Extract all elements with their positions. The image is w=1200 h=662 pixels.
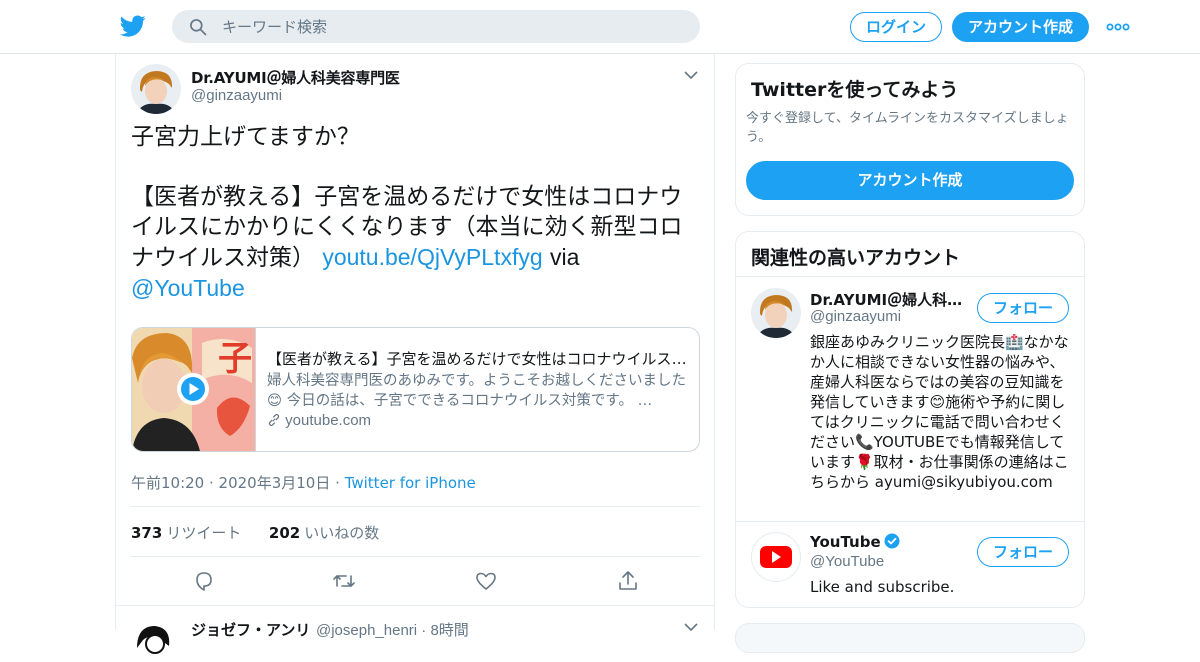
signup-button[interactable]: アカウント作成 bbox=[952, 12, 1089, 42]
via-text: via bbox=[549, 244, 580, 270]
reply-avatar[interactable] bbox=[131, 618, 175, 662]
tweet-text-body: 【医者が教える】子宮を温めるだけで女性はコロナウイルスにかかりにくくなります（本… bbox=[131, 182, 701, 304]
card-domain: youtube.com bbox=[267, 412, 371, 429]
svg-text:子: 子 bbox=[218, 339, 252, 379]
tweet-link[interactable]: youtu.be/QjVyPLtxfyg bbox=[322, 244, 542, 270]
author-handle[interactable]: @ginzaayumi bbox=[191, 87, 282, 104]
youtube-avatar[interactable] bbox=[751, 532, 801, 582]
account-avatar[interactable] bbox=[751, 288, 801, 338]
top-navigation-bar: ログイン アカウント作成 bbox=[0, 0, 1200, 54]
related-accounts-panel: 関連性の高いアカウント Dr.AYUMI＠婦人科… @ginzaayumi フォ… bbox=[735, 231, 1085, 608]
follow-button[interactable]: フォロー bbox=[977, 537, 1069, 567]
card-thumbnail[interactable]: 子 bbox=[132, 328, 256, 451]
tweet-column: Dr.AYUMI＠婦人科美容専門医 @ginzaayumi 子宮力上げてますか？… bbox=[115, 54, 715, 662]
link-icon bbox=[268, 413, 280, 427]
reply-tweet[interactable]: ジョゼフ・アンリ @joseph_henri · 8時間 bbox=[116, 605, 714, 662]
tweet-stats: 373 リツイート 202 いいねの数 bbox=[131, 522, 379, 543]
chevron-down-icon[interactable] bbox=[684, 70, 698, 80]
share-icon[interactable] bbox=[616, 569, 640, 593]
link-preview-card[interactable]: 子 【医者が教える】子宮を温めるだけで女性はコロナウイルスにかかりにくくなります… bbox=[131, 327, 700, 452]
like-icon[interactable] bbox=[474, 569, 498, 593]
login-button[interactable]: ログイン bbox=[850, 12, 942, 42]
account-handle[interactable]: @YouTube bbox=[810, 553, 884, 570]
mention-link[interactable]: @YouTube bbox=[131, 275, 245, 301]
youtube-logo-icon bbox=[760, 546, 792, 568]
tweet-text: 子宮力上げてますか？ 【医者が教える】子宮を温めるだけで女性はコロナウイルスにか… bbox=[131, 122, 701, 304]
author-avatar[interactable] bbox=[131, 64, 181, 114]
search-icon bbox=[190, 19, 207, 36]
meta-separator: · bbox=[335, 474, 340, 492]
account-bio: Like and subscribe. bbox=[810, 578, 955, 596]
card-domain-text: youtube.com bbox=[285, 412, 372, 429]
retweet-count: 373 bbox=[131, 524, 163, 542]
search-input[interactable] bbox=[222, 10, 682, 43]
signup-promo-panel: Twitterを使ってみよう 今すぐ登録して、タイムラインをカスタマイズしましょ… bbox=[735, 63, 1085, 216]
account-bio: 銀座あゆみクリニック医院長🏥なかなか人に相談できない女性器の悩みや、産婦人科医な… bbox=[810, 333, 1069, 491]
account-name[interactable]: Dr.AYUMI＠婦人科… bbox=[810, 289, 962, 310]
reply-icon[interactable] bbox=[192, 569, 216, 593]
tweet-timestamp[interactable]: 午前10:20 · 2020年3月10日 bbox=[131, 474, 330, 492]
author-name[interactable]: Dr.AYUMI＠婦人科美容専門医 bbox=[191, 67, 400, 88]
related-accounts-title: 関連性の高いアカウント bbox=[751, 247, 961, 269]
search-box[interactable] bbox=[172, 10, 700, 43]
signup-promo-title: Twitterを使ってみよう bbox=[751, 79, 959, 101]
signup-promo-subtitle: 今すぐ登録して、タイムラインをカスタマイズしましょう。 bbox=[746, 111, 1069, 145]
like-count: 202 bbox=[268, 524, 301, 542]
tweet-metadata: 午前10:20 · 2020年3月10日 · Twitter for iPhon… bbox=[131, 472, 476, 493]
divider bbox=[131, 556, 700, 557]
follow-button[interactable]: フォロー bbox=[977, 293, 1069, 323]
account-handle[interactable]: @ginzaayumi bbox=[810, 308, 901, 325]
like-stat[interactable]: 202 いいねの数 bbox=[269, 524, 379, 542]
divider bbox=[736, 521, 1084, 522]
play-icon[interactable] bbox=[177, 373, 209, 405]
card-title: 【医者が教える】子宮を温めるだけで女性はコロナウイルスにかかりにくくなります（本… bbox=[267, 350, 687, 368]
tweet-text-line1: 子宮力上げてますか？ bbox=[131, 124, 360, 150]
tweet-source[interactable]: Twitter for iPhone bbox=[345, 474, 476, 492]
retweet-stat[interactable]: 373 リツイート bbox=[131, 524, 241, 542]
retweet-label: リツイート bbox=[166, 524, 242, 542]
divider bbox=[131, 506, 700, 507]
more-dots-icon[interactable] bbox=[1105, 17, 1131, 37]
twitter-bird-icon[interactable] bbox=[120, 13, 146, 39]
account-name-text: YouTube bbox=[810, 533, 881, 551]
card-description: 婦人科美容専門医のあゆみです。ようこそお越しくださいました😊 今日の話は、子宮で… bbox=[267, 373, 687, 409]
account-name[interactable]: YouTube bbox=[810, 533, 900, 551]
retweet-icon[interactable] bbox=[332, 569, 356, 593]
signup-promo-button[interactable]: アカウント作成 bbox=[746, 161, 1074, 200]
verified-icon bbox=[884, 533, 900, 549]
like-label: いいねの数 bbox=[304, 524, 380, 542]
next-panel-edge bbox=[735, 623, 1085, 653]
chevron-down-icon[interactable] bbox=[684, 622, 698, 632]
